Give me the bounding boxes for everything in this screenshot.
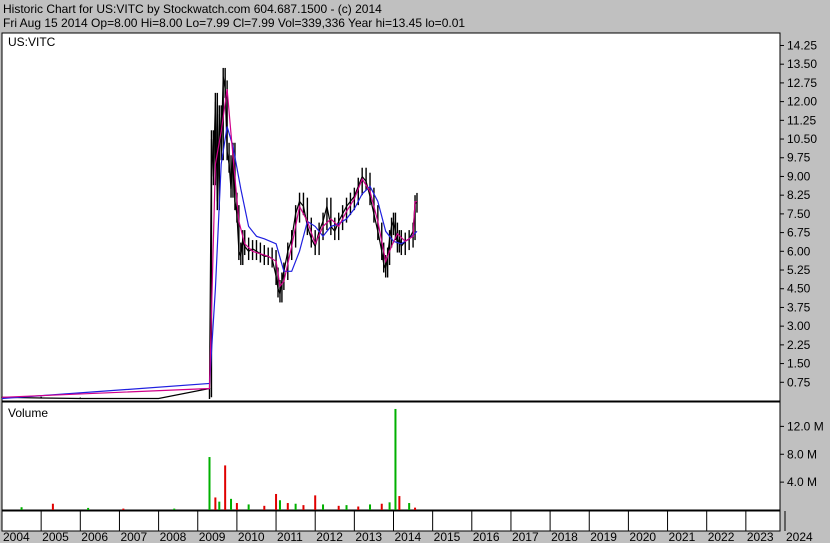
x-tick-label: 2014 — [395, 530, 422, 543]
price-y-tick-label: 10.50 — [787, 132, 817, 146]
symbol-label: US:VITC — [8, 35, 56, 49]
volume-bar — [230, 498, 233, 510]
volume-y-tick-label: 8.0 M — [787, 447, 817, 461]
x-tick-label: 2007 — [120, 530, 147, 543]
x-tick-label: 2022 — [708, 530, 735, 543]
volume-bar — [414, 507, 417, 510]
x-tick-label: 2015 — [434, 530, 461, 543]
x-tick-label: 2021 — [669, 530, 696, 543]
volume-bar — [247, 504, 250, 510]
volume-bar — [51, 503, 54, 510]
price-y-tick-label: 9.00 — [787, 169, 811, 183]
volume-bar — [322, 504, 325, 510]
x-tick-label: 2017 — [512, 530, 539, 543]
price-y-tick-label: 7.50 — [787, 207, 811, 221]
volume-bar — [369, 504, 372, 510]
volume-bar — [337, 505, 340, 510]
volume-y-tick-label: 12.0 M — [787, 419, 824, 433]
price-y-axis: 14.25 13.50 12.75 12.00 11.25 10.50 9.75 9.00 8.… — [780, 38, 817, 389]
price-y-tick-label: 3.75 — [787, 300, 811, 314]
volume-bar — [394, 408, 397, 510]
volume-bar — [87, 507, 90, 510]
price-y-tick-label: 2.25 — [787, 338, 811, 352]
volume-bar — [302, 505, 305, 510]
price-y-tick-label: 1.50 — [787, 357, 811, 371]
x-tick-label: 2008 — [160, 530, 187, 543]
price-y-tick-label: 14.25 — [787, 38, 817, 52]
volume-bar — [173, 508, 176, 510]
volume-panel — [1, 401, 781, 511]
price-y-tick-label: 9.75 — [787, 151, 811, 165]
x-tick-label: 2018 — [551, 530, 578, 543]
volume-bar — [398, 496, 401, 510]
x-axis-band — [1, 510, 781, 532]
volume-bar — [224, 465, 227, 510]
price-panel — [1, 32, 781, 402]
price-y-tick-label: 6.75 — [787, 226, 811, 240]
price-y-tick-label: 5.25 — [787, 263, 811, 277]
x-tick-label: 2024 — [786, 530, 813, 543]
volume-bar — [235, 503, 238, 510]
x-tick-label: 2004 — [3, 530, 30, 543]
volume-label: Volume — [8, 406, 48, 420]
price-y-tick-label: 6.00 — [787, 244, 811, 258]
volume-bar — [275, 493, 278, 510]
price-y-tick-label: 13.50 — [787, 57, 817, 71]
price-y-tick-label: 0.75 — [787, 375, 811, 389]
volume-y-tick-label: 4.0 M — [787, 475, 817, 489]
volume-bar — [122, 508, 125, 510]
volume-bar — [388, 502, 391, 510]
price-y-tick-label: 3.00 — [787, 319, 811, 333]
volume-bar — [357, 506, 360, 510]
x-tick-label: 2020 — [629, 530, 656, 543]
volume-bar — [20, 507, 23, 510]
price-y-tick-label: 12.75 — [787, 76, 817, 90]
volume-y-axis: 12.0 M 8.0 M 4.0 M — [780, 419, 824, 489]
x-tick-label: 2005 — [42, 530, 69, 543]
volume-bar — [408, 503, 411, 510]
price-y-tick-label: 8.25 — [787, 188, 811, 202]
volume-bar — [286, 503, 289, 510]
x-tick-label: 2012 — [316, 530, 343, 543]
x-tick-label: 2019 — [590, 530, 617, 543]
x-tick-label: 2016 — [473, 530, 500, 543]
volume-bar — [294, 503, 297, 510]
volume-bar — [263, 505, 266, 510]
stock-chart: US:VITC Volume 14.25 13.50 12.75 12.00 11.25… — [1, 32, 824, 543]
x-tick-label: 2010 — [238, 530, 265, 543]
x-tick-label: 2011 — [277, 530, 303, 543]
volume-bar — [218, 501, 221, 510]
volume-bar — [380, 503, 383, 510]
volume-bar — [345, 505, 348, 510]
x-tick-label: 2013 — [355, 530, 382, 543]
price-y-tick-label: 12.00 — [787, 95, 817, 109]
volume-bar — [314, 495, 317, 510]
x-tick-label: 2006 — [81, 530, 108, 543]
x-tick-label: 2023 — [747, 530, 774, 543]
volume-bar — [214, 497, 217, 510]
price-y-tick-label: 11.25 — [787, 113, 816, 127]
volume-bar — [208, 457, 211, 510]
volume-bar — [278, 500, 281, 510]
price-y-tick-label: 4.50 — [787, 282, 811, 296]
x-tick-label: 2009 — [199, 530, 226, 543]
